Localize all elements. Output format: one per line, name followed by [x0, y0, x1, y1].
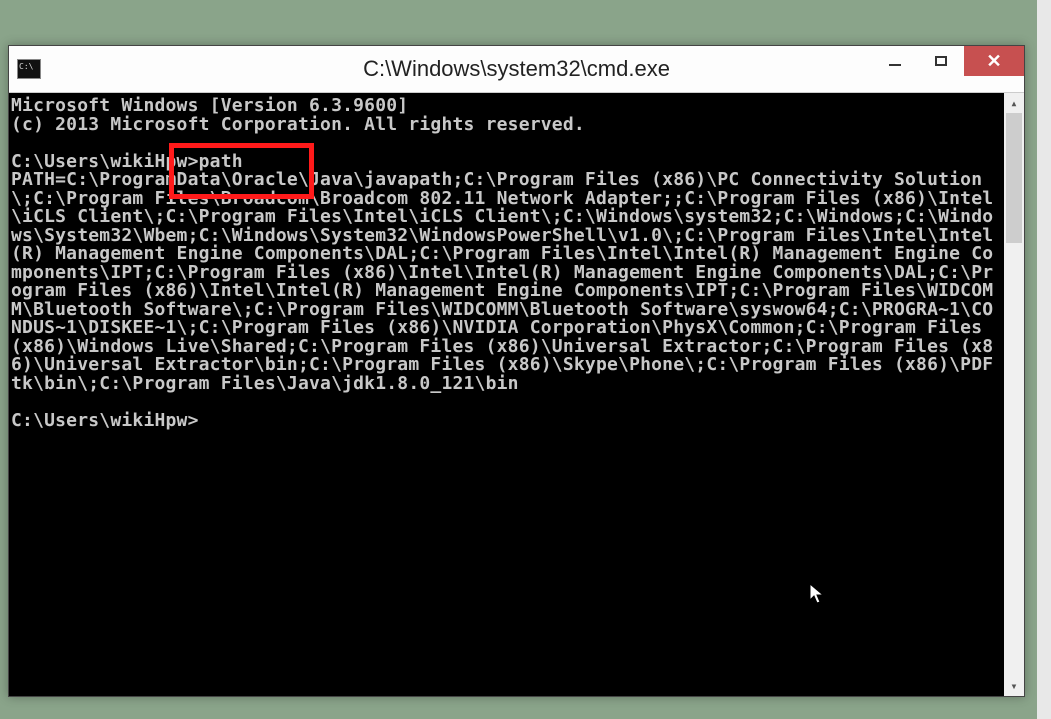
- maximize-button[interactable]: [918, 46, 964, 76]
- window-controls: ✕: [872, 46, 1024, 76]
- mouse-cursor-icon: [809, 583, 825, 605]
- scroll-track[interactable]: [1004, 113, 1024, 676]
- content-area: Microsoft Windows [Version 6.3.9600] (c)…: [9, 93, 1024, 696]
- scroll-down-arrow-icon[interactable]: ▾: [1004, 676, 1024, 696]
- maximize-icon: [935, 56, 947, 66]
- minimize-button[interactable]: [872, 46, 918, 76]
- close-icon: ✕: [986, 52, 1001, 70]
- close-button[interactable]: ✕: [964, 46, 1024, 76]
- scroll-thumb[interactable]: [1006, 113, 1022, 243]
- minimize-icon: [889, 64, 901, 66]
- scroll-up-arrow-icon[interactable]: ▴: [1004, 93, 1024, 113]
- page-scrollbar-placeholder: [1037, 0, 1051, 719]
- terminal-output[interactable]: Microsoft Windows [Version 6.3.9600] (c)…: [9, 93, 1004, 696]
- cmd-window: C:\Windows\system32\cmd.exe ✕ Microsoft …: [8, 45, 1025, 697]
- vertical-scrollbar[interactable]: ▴ ▾: [1004, 93, 1024, 696]
- titlebar[interactable]: C:\Windows\system32\cmd.exe ✕: [9, 46, 1024, 93]
- cmd-icon: [17, 59, 41, 79]
